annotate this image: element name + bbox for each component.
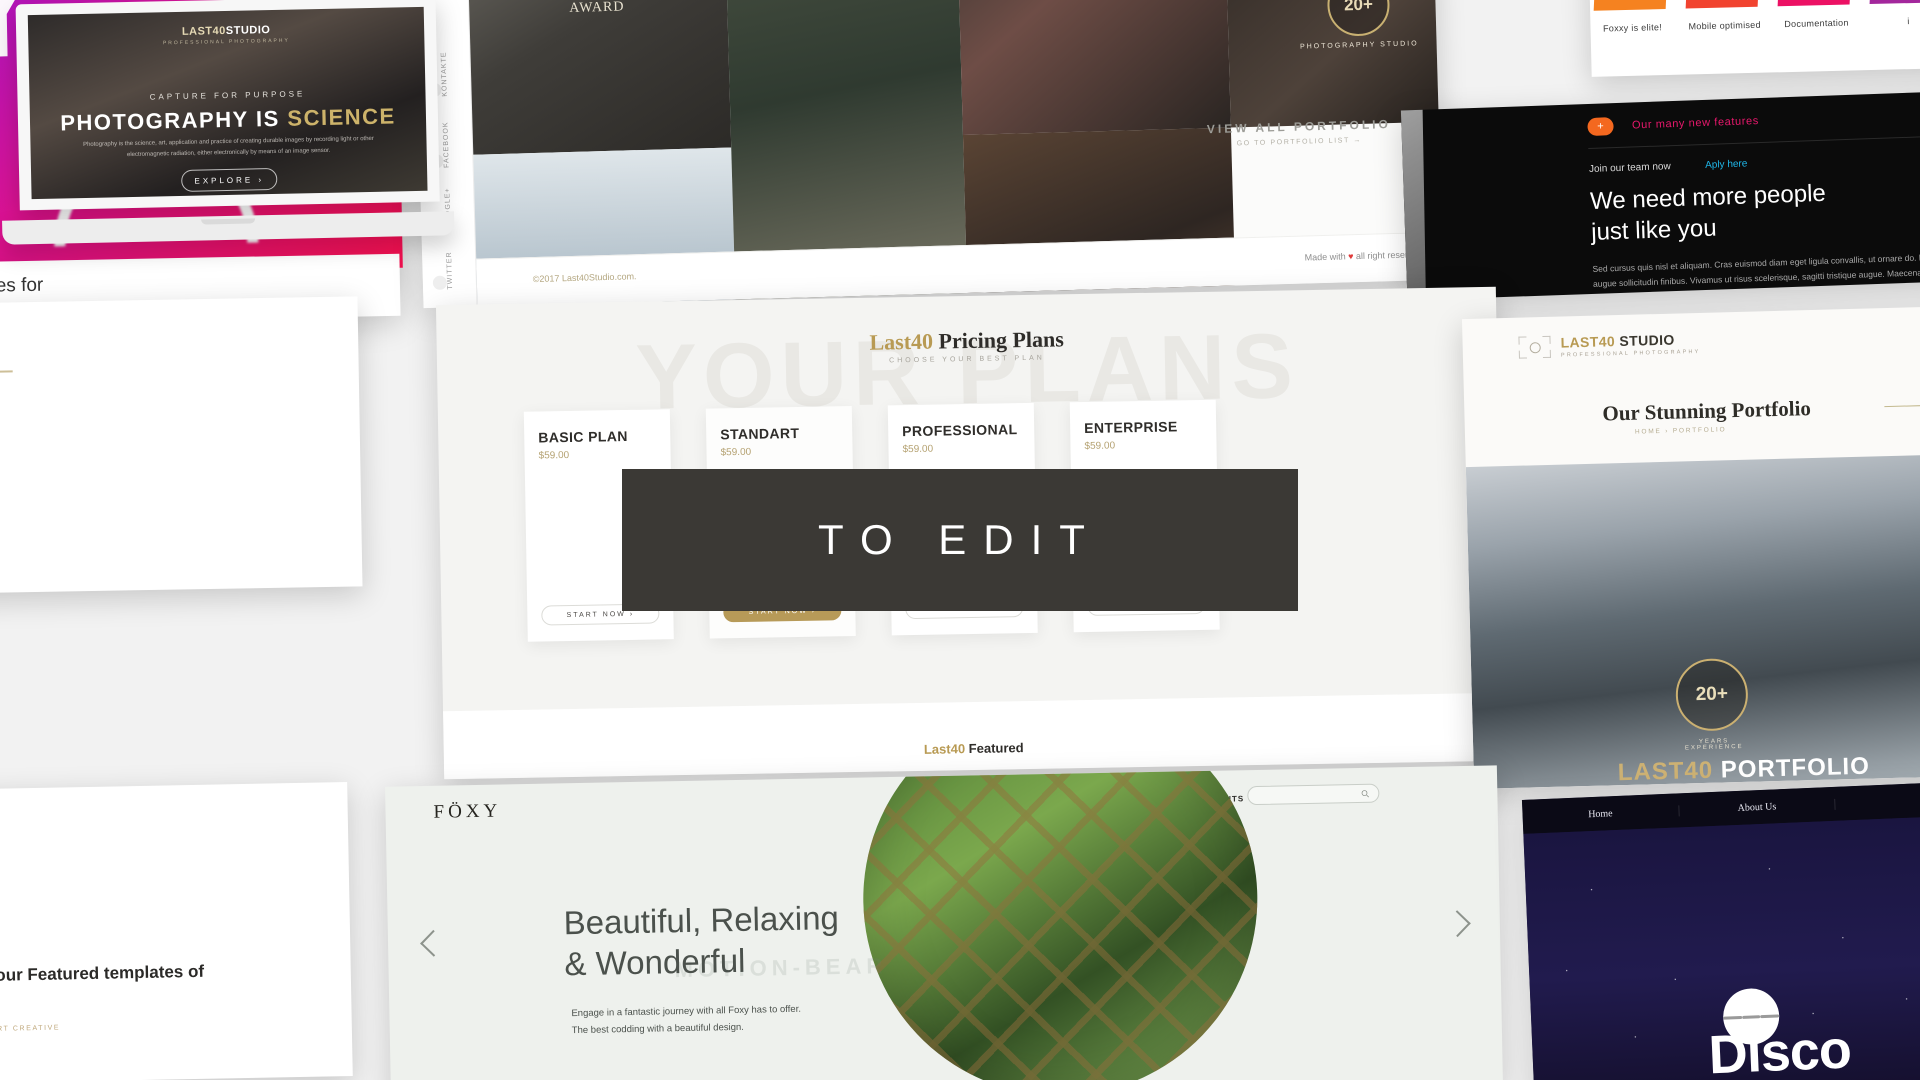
badge-caption: YEARS EXPERIENCE [1684,738,1744,752]
new-features-link[interactable]: Our many new features [1632,115,1759,131]
laptop-lid: LAST40STUDIO PROFESSIONAL PHOTOGRAPHY CA… [15,0,440,211]
featured-heading: Discover our Featured templates of the w… [0,961,205,986]
disco-word: Disco [1707,1019,1852,1080]
search-icon [1361,790,1369,798]
to-edit-overlay: TO EDIT [622,469,1298,611]
feature-tile-label: i [1907,16,1910,27]
recruitment-heading: We need more people just like you [1589,179,1827,246]
best-award-label: BEST AWARD [569,0,625,17]
hero-title: LAST40 PORTFOLIO [1617,752,1871,787]
portfolio-heading: Our Stunning Portfolio [1602,396,1812,426]
plan-name: BASIC PLAN [538,427,628,446]
portfolio-grid-panel: LAST40 STUDIO KONTAKTE FACEBOOK GOOGLE+ … [412,0,1444,309]
laptop-screen: LAST40STUDIO PROFESSIONAL PHOTOGRAPHY CA… [27,6,428,200]
chevron-right-icon[interactable] [1444,906,1471,946]
accent-rule [0,370,13,374]
plan-price: $59.00 [1084,440,1116,452]
heading-rule [1884,404,1920,408]
left-blank-card [0,296,363,594]
home-chat-icon [1685,0,1761,9]
feature-tiles-panel: Foxxy is elite! Mobile optimised Documen… [1588,0,1920,77]
feature-tile[interactable]: i [1869,0,1920,27]
feature-tile-label: Documentation [1784,17,1849,30]
key-icon [1593,0,1669,11]
info-icon [1869,0,1920,5]
plan-name: PROFESSIONAL [902,421,1018,440]
camera-icon [1518,335,1551,359]
feature-tile-label: Mobile optimised [1688,19,1761,32]
laptop-mockup: LAST40STUDIO PROFESSIONAL PHOTOGRAPHY CA… [0,0,455,245]
laptop-kicker: CAPTURE FOR PURPOSE [149,89,306,102]
featured-templates-panel: Discover our Featured templates of the w… [0,781,353,1080]
portfolio-logo-sub: PROFESSIONAL PHOTOGRAPHY [1560,348,1701,359]
plant-hero-image [859,765,1262,1080]
nav-item-home[interactable]: Home [1522,804,1680,823]
foxy-logo[interactable]: FÖXY [433,800,501,823]
plan-name: STANDART [720,424,800,443]
portfolio-logo: LAST40 STUDIO PROFESSIONAL PHOTOGRAPHY [1518,331,1701,360]
disco-panel: Home About Us Disco [1521,780,1920,1080]
screenshot-stage: Y offer websites for LAST40 STUDIO KONTA… [0,0,1920,1080]
join-team-label: Join our team now [1588,161,1671,176]
view-all-portfolio-link[interactable]: VIEW ALL PORTFOLIO GO TO PORTFOLIO LIST … [1207,117,1392,148]
chevron-left-icon[interactable] [420,926,447,966]
plus-badge-icon: + [1587,117,1614,137]
apply-here-link[interactable]: Aply here [1705,159,1748,171]
portfolio-hero-image: 20+ YEARS EXPERIENCE LAST40 PORTFOLIO 20… [1465,452,1920,789]
copyright-text: ©2017 Last40Studio.com. [532,271,637,285]
feature-tiles-row: Foxxy is elite! Mobile optimised Documen… [1593,0,1920,34]
anniversary-badge: 20+ [1674,657,1749,732]
foxy-headline: Beautiful, Relaxing & Wonderful [563,899,840,983]
foxy-lead: Engage in a fantastic journey with all F… [571,1003,802,1036]
portfolio-thumb[interactable] [956,0,1231,136]
recruitment-panel: + Our many new features Join our team no… [1400,89,1920,301]
foxy-panel: FÖXY HOME PAGES PORTFOLIO BLOG ELEMENTS … [385,765,1503,1080]
plan-price: $59.00 [902,443,934,456]
recruitment-body: Sed cursus quis nisl et aliquam. Cras eu… [1592,250,1920,301]
pink-body-text: websites for [0,274,44,298]
plan-price: $59.00 [720,446,752,459]
portfolio-logo-text: LAST40 STUDIO [1560,331,1675,351]
explore-button[interactable]: EXPLORE › [181,167,278,192]
breadcrumb: HOME › PORTFOLIO [1634,426,1727,436]
laptop-body: Photography is the science, art, applica… [83,135,374,158]
portfolio-thumb[interactable] [466,0,732,155]
feature-tile[interactable]: Mobile optimised [1685,0,1761,32]
document-icon [1777,0,1853,7]
feature-tile[interactable]: Foxxy is elite! [1593,0,1669,34]
search-input[interactable] [1247,783,1380,806]
social-link-twitter[interactable]: TWITTER [432,251,467,291]
lattice-pattern [859,765,1262,1080]
feature-tile[interactable]: Documentation [1777,0,1853,30]
feature-tile-label: Foxxy is elite! [1602,22,1663,34]
plan-name: ENTERPRISE [1084,418,1178,436]
laptop-headline: PHOTOGRAPHY IS SCIENCE [60,103,396,136]
portfolio-page-panel: LAST40 STUDIO PROFESSIONAL PHOTOGRAPHY O… [1461,305,1920,789]
divider [1588,133,1920,150]
nav-item-about-us[interactable]: About Us [1678,798,1836,816]
featured-tags: PHOTOGRAPHY ART CREATIVE [0,1024,61,1035]
recruitment-content: + Our many new features Join our team no… [1587,104,1920,301]
to-edit-label: TO EDIT [818,516,1102,563]
nav-item-more[interactable] [1835,797,1920,804]
plan-price: $59.00 [538,449,570,462]
